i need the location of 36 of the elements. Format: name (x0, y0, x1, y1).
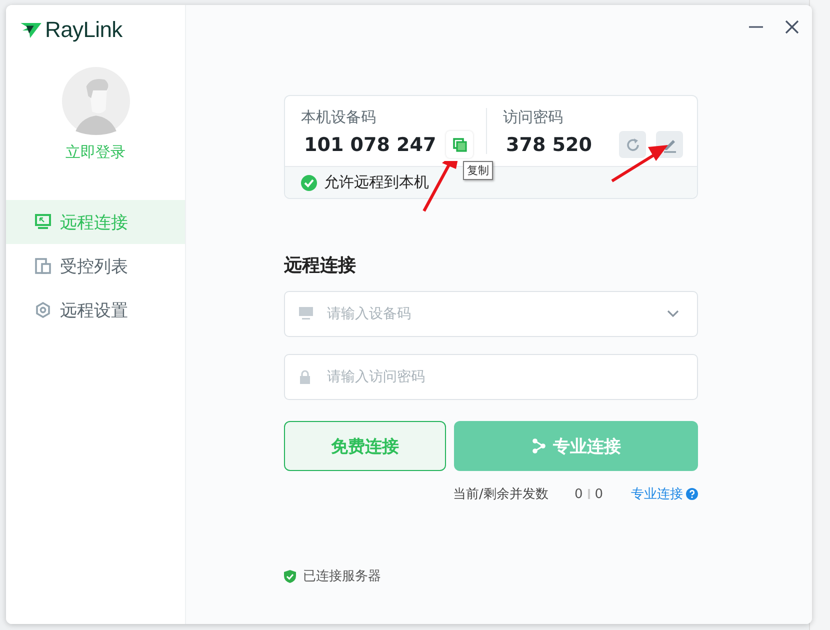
section-title: 远程连接 (284, 254, 357, 277)
refresh-button[interactable] (619, 131, 646, 158)
free-connect-button[interactable]: 免费连接 (284, 421, 446, 471)
chevron-down-icon[interactable] (666, 309, 680, 319)
devices-icon (35, 258, 51, 274)
remaining-count: 0 (594, 486, 603, 502)
server-status: 已连接服务器 (303, 568, 381, 585)
password-field[interactable]: 请输入访问密码 (284, 354, 698, 400)
annotation-arrow (610, 143, 670, 185)
monitor-icon (298, 306, 314, 320)
current-count: 0 (574, 486, 583, 502)
copy-tooltip: 复制 (463, 161, 493, 180)
password-label: 访问密码 (503, 108, 564, 127)
pro-connect-link[interactable]: 专业连接 (631, 485, 683, 503)
nav-item[interactable]: 远程连接 (6, 200, 185, 244)
pro-connect-button[interactable]: 专业连接 (454, 421, 698, 471)
device-code-label: 本机设备码 (301, 108, 377, 127)
share-icon (531, 438, 547, 454)
lock-icon (298, 369, 312, 385)
refresh-icon (624, 136, 640, 152)
concurrency-label: 当前/剩余并发数 (453, 486, 548, 503)
login-link[interactable]: 立即登录 (66, 143, 126, 162)
copy-button[interactable] (446, 131, 474, 158)
device-code-field[interactable]: 请输入设备码 (284, 291, 698, 337)
help-icon[interactable] (686, 488, 698, 500)
access-password: 378 520 (506, 134, 592, 156)
nav-item[interactable]: 受控列表 (6, 244, 185, 288)
nav-item[interactable]: 远程设置 (6, 288, 185, 332)
close-icon[interactable] (784, 19, 800, 35)
copy-icon (452, 138, 467, 152)
allow-remote-label: 允许远程到本机 (324, 173, 429, 192)
device-code: 101 078 247 (304, 134, 436, 156)
hexagon-icon (35, 302, 51, 318)
app-logo: RayLink (45, 17, 122, 43)
logo-icon (20, 22, 42, 38)
monitor-icon (35, 214, 51, 230)
